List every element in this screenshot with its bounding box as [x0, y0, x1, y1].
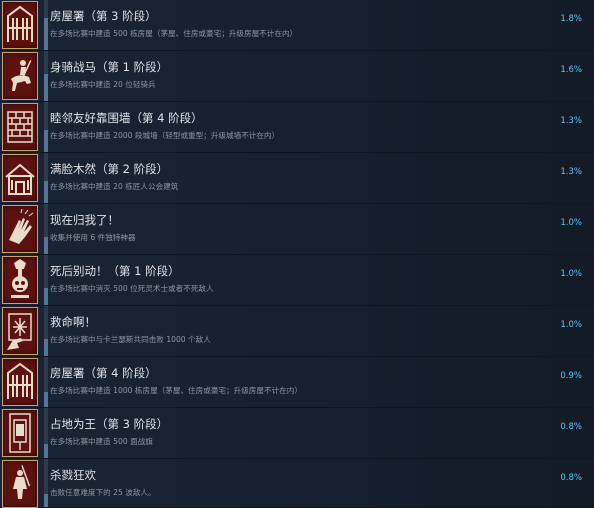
progress-bar-fill: [44, 73, 48, 101]
achievement-title: 死后别动！（第 1 阶段）: [50, 264, 180, 278]
progress-bar-fill: [44, 180, 48, 203]
achievement-description: 在多场比赛中建造 1000 栋房屋（茅屋、住房或豪宅；升级房屋不计在内）: [50, 386, 302, 395]
achievement-row[interactable]: 杀戮狂欢 击败任意难度下的 25 波敌人。 0.8%: [0, 459, 594, 508]
guild-building-icon: [2, 154, 38, 202]
progress-bar-fill: [44, 287, 48, 305]
achievement-description: 在多场比赛中消灭 500 位死灵术士或者不死敌人: [50, 284, 214, 293]
achievement-row[interactable]: 现在归我了！ 收集并使用 6 件独特神器 1.0%: [0, 204, 594, 254]
achievement-row[interactable]: 房屋署（第 3 阶段） 在多场比赛中建造 500 栋房屋（茅屋、住房或豪宅；升级…: [0, 0, 594, 50]
progress-bar-fill: [44, 236, 48, 254]
progress-bar: [44, 0, 48, 50]
achievement-title: 满脸木然（第 2 阶段）: [50, 162, 169, 176]
achievement-title: 房屋署（第 4 阶段）: [50, 366, 157, 380]
unlock-percentage: 1.0%: [560, 320, 582, 330]
unlock-percentage: 1.0%: [560, 218, 582, 228]
achievement-row[interactable]: 占地为王（第 3 阶段） 在多场比赛中建造 500 面战旗 0.8%: [0, 408, 594, 458]
achievement-description: 收集并使用 6 件独特神器: [50, 233, 136, 242]
progress-bar: [44, 153, 48, 203]
achievement-description: 在多场比赛中与卡兰瑟斯共同击败 1000 个敌人: [50, 335, 211, 344]
hand-rune-icon: [2, 307, 38, 355]
achievement-row[interactable]: 死后别动！（第 1 阶段） 在多场比赛中消灭 500 位死灵术士或者不死敌人 1…: [0, 255, 594, 305]
achievement-row[interactable]: 满脸木然（第 2 阶段） 在多场比赛中建造 20 栋匠人公会建筑 1.3%: [0, 153, 594, 203]
progress-bar-fill: [44, 493, 48, 507]
achievement-row[interactable]: 救命啊！ 在多场比赛中与卡兰瑟斯共同击败 1000 个敌人 1.0%: [0, 306, 594, 356]
progress-bar: [44, 51, 48, 101]
progress-bar: [44, 459, 48, 507]
progress-bar: [44, 357, 48, 407]
progress-bar-fill: [44, 444, 48, 458]
achievement-row[interactable]: 睦邻友好靠围墙（第 4 阶段） 在多场比赛中建造 2000 段城墙（轻型或重型；…: [0, 102, 594, 152]
achievement-description: 在多场比赛中建造 500 面战旗: [50, 437, 153, 446]
achievement-description: 在多场比赛中建造 20 栋匠人公会建筑: [50, 182, 179, 191]
progress-bar: [44, 102, 48, 152]
achievement-title: 杀戮狂欢: [50, 468, 96, 482]
progress-bar-fill: [44, 392, 48, 407]
progress-bar-fill: [44, 129, 48, 152]
unlock-percentage: 0.9%: [560, 371, 582, 381]
achievement-description: 击败任意难度下的 25 波敌人。: [50, 488, 156, 497]
grabbing-hand-icon: [2, 205, 38, 253]
house-icon: [2, 1, 38, 49]
unlock-percentage: 1.0%: [560, 269, 582, 279]
unlock-percentage: 0.8%: [560, 473, 582, 483]
achievement-title: 占地为王（第 3 阶段）: [50, 417, 169, 431]
unlock-percentage: 1.8%: [560, 14, 582, 24]
warrior-icon: [2, 460, 38, 508]
achievement-title: 睦邻友好靠围墙（第 4 阶段）: [50, 111, 203, 125]
house-icon: [2, 358, 38, 406]
achievement-title: 救命啊！: [50, 315, 96, 329]
progress-bar-fill: [44, 17, 48, 50]
skull-totem-icon: [2, 256, 38, 304]
achievement-description: 在多场比赛中建造 2000 段城墙（轻型或重型；升级城墙不计在内）: [50, 131, 280, 140]
achievement-list: 房屋署（第 3 阶段） 在多场比赛中建造 500 栋房屋（茅屋、住房或豪宅；升级…: [0, 0, 594, 508]
progress-bar: [44, 408, 48, 458]
progress-bar: [44, 204, 48, 254]
achievement-title: 现在归我了！: [50, 213, 119, 227]
unlock-percentage: 0.8%: [560, 422, 582, 432]
achievement-row[interactable]: 身骑战马（第 1 阶段） 在多场比赛中建造 20 位轻骑兵 1.6%: [0, 51, 594, 101]
brick-wall-icon: [2, 103, 38, 151]
progress-bar-fill: [44, 338, 48, 356]
unlock-percentage: 1.6%: [560, 65, 582, 75]
unlock-percentage: 1.3%: [560, 167, 582, 177]
achievement-title: 房屋署（第 3 阶段）: [50, 9, 157, 23]
progress-bar: [44, 306, 48, 356]
unlock-percentage: 1.3%: [560, 116, 582, 126]
achievement-title: 身骑战马（第 1 阶段）: [50, 60, 169, 74]
knight-rider-icon: [2, 52, 38, 100]
achievement-description: 在多场比赛中建造 20 位轻骑兵: [50, 80, 156, 89]
war-banner-icon: [2, 409, 38, 457]
achievement-row[interactable]: 房屋署（第 4 阶段） 在多场比赛中建造 1000 栋房屋（茅屋、住房或豪宅；升…: [0, 357, 594, 407]
progress-bar: [44, 255, 48, 305]
achievement-description: 在多场比赛中建造 500 栋房屋（茅屋、住房或豪宅；升级房屋不计在内）: [50, 29, 298, 38]
